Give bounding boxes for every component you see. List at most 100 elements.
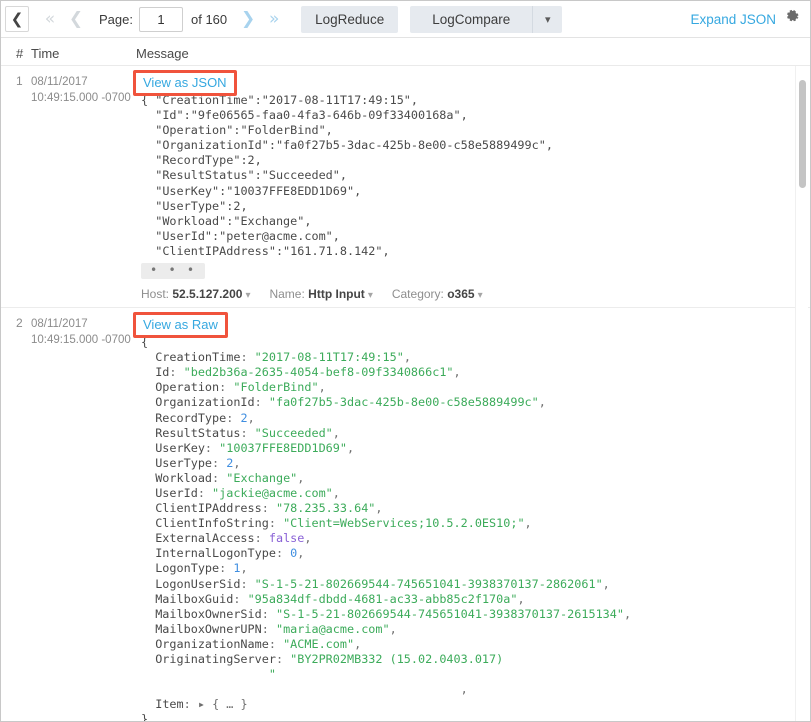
first-page-button[interactable]: « <box>37 6 63 32</box>
json-field-value-continuation: " <box>141 667 276 681</box>
expand-json-button[interactable]: Expand JSON <box>690 12 776 27</box>
table-row[interactable]: 2 08/11/2017 10:49:15.000 -0700 View as … <box>1 308 810 721</box>
metadata-name-label: Name: <box>269 287 304 301</box>
json-line: "OrganizationId":"fa0f27b5-3dac-425b-8e0… <box>155 138 553 152</box>
json-field-value: "bed2b36a-2635-4054-bef8-09f3340866c1" <box>184 365 454 379</box>
message-list: 1 08/11/2017 10:49:15.000 -0700 View as … <box>1 66 810 721</box>
row-metadata: Host: 52.5.127.200▾ Name: Http Input▾ Ca… <box>141 287 786 301</box>
json-field-value: false <box>269 531 305 545</box>
json-line: "UserId":"peter@acme.com", <box>155 229 340 243</box>
json-line: "UserKey":"10037FFE8EDD1D69", <box>155 184 361 198</box>
logcompare-button[interactable]: LogCompare <box>410 6 532 33</box>
expand-ellipsis-button[interactable]: • • • <box>141 263 205 279</box>
json-line: "Workload":"Exchange", <box>155 214 311 228</box>
json-field-key: MailboxOwnerUPN <box>141 622 262 636</box>
page-total-label: of 160 <box>191 12 227 27</box>
view-as-raw-link[interactable]: View as Raw <box>141 316 220 333</box>
expand-triangle-icon[interactable]: ▸ <box>198 697 205 711</box>
json-field-key: ClientIPAddress <box>141 501 262 515</box>
column-header-row: # Time Message <box>1 38 810 66</box>
json-field-value: "78.235.33.64" <box>276 501 375 515</box>
json-field-key: ExternalAccess <box>141 531 255 545</box>
row-date: 08/11/2017 <box>31 74 141 90</box>
row-timestamp: 08/11/2017 10:49:15.000 -0700 <box>31 316 141 721</box>
json-field-key: ResultStatus <box>141 426 240 440</box>
scrollbar-thumb[interactable] <box>799 80 806 188</box>
json-line: "Id":"9fe06565-faa0-4fa3-646b-09f3340016… <box>155 108 468 122</box>
row-message-body: View as Raw { CreationTime: "2017-08-11T… <box>141 316 810 721</box>
column-header-number: # <box>1 46 31 61</box>
metadata-host-value: 52.5.127.200 <box>172 287 242 301</box>
json-field-key: ClientInfoString <box>141 516 269 530</box>
column-header-message: Message <box>134 46 810 61</box>
json-line: "RecordType":2, <box>155 153 262 167</box>
pretty-json-block-row2: { CreationTime: "2017-08-11T17:49:15", I… <box>141 335 786 721</box>
chevron-down-icon: ▾ <box>245 290 250 301</box>
chevron-down-icon: ▾ <box>368 290 373 301</box>
json-field-key: Id <box>141 365 169 379</box>
gear-icon[interactable] <box>785 9 800 29</box>
json-field-value: "fa0f27b5-3dac-425b-8e00-c58e5889499c" <box>269 395 539 409</box>
json-field-value: 2 <box>240 411 247 425</box>
view-as-json-link[interactable]: View as JSON <box>141 74 229 91</box>
metadata-host[interactable]: Host: 52.5.127.200▾ <box>141 287 250 301</box>
json-field-value: "95a834df-dbdd-4681-ac33-abb85c2f170a" <box>248 592 518 606</box>
json-field-value: "ACME.com" <box>283 637 354 651</box>
json-field-key: UserId <box>141 486 198 500</box>
logreduce-button[interactable]: LogReduce <box>301 6 398 33</box>
json-field-value: "maria@acme.com" <box>276 622 390 636</box>
row-date: 08/11/2017 <box>31 316 141 332</box>
row-time-value: 10:49:15.000 -0700 <box>31 90 141 106</box>
json-field-key: MailboxOwnerSid <box>141 607 262 621</box>
json-field-key: OrganizationName <box>141 637 269 651</box>
row-timestamp: 08/11/2017 10:49:15.000 -0700 <box>31 74 141 301</box>
view-as-raw-annotation: View as Raw <box>141 316 220 334</box>
toolbar-right-group: Expand JSON <box>690 9 800 29</box>
log-messages-panel: ❮ « ❮ Page: of 160 ❯ » LogReduce LogComp… <box>0 0 811 722</box>
json-code-block-row1: { "CreationTime":"2017-08-11T17:49:15", … <box>141 93 786 259</box>
json-line: "UserType":2, <box>155 199 247 213</box>
json-field-key: MailboxGuid <box>141 592 233 606</box>
json-field-key: LogonUserSid <box>141 577 240 591</box>
json-field-key: UserType <box>141 456 212 470</box>
json-field-key: CreationTime <box>141 350 240 364</box>
toolbar: ❮ « ❮ Page: of 160 ❯ » LogReduce LogComp… <box>1 1 810 38</box>
json-field-key: RecordType <box>141 411 226 425</box>
next-page-button[interactable]: ❯ <box>235 6 261 32</box>
json-field-value: "10037FFE8EDD1D69" <box>219 441 347 455</box>
back-button[interactable]: ❮ <box>5 6 29 32</box>
metadata-category[interactable]: Category: o365▾ <box>392 287 483 301</box>
table-row[interactable]: 1 08/11/2017 10:49:15.000 -0700 View as … <box>1 66 810 308</box>
json-field-key: OrganizationId <box>141 395 255 409</box>
metadata-name-value: Http Input <box>308 287 365 301</box>
json-field-key: UserKey <box>141 441 205 455</box>
json-close-brace: } <box>141 712 148 721</box>
page-label: Page: <box>99 12 133 27</box>
json-field-key: OriginatingServer <box>141 652 276 666</box>
json-open-brace: { <box>141 335 148 349</box>
chevron-down-icon[interactable]: ▾ <box>532 6 562 33</box>
row-message-body: View as JSON { "CreationTime":"2017-08-1… <box>141 74 810 301</box>
collapsed-field-preview[interactable]: { … } <box>212 697 248 711</box>
json-field-value: "Succeeded" <box>255 426 333 440</box>
row-time-value: 10:49:15.000 -0700 <box>31 332 141 348</box>
json-field-key: Workload <box>141 471 212 485</box>
pretty-json-fields: CreationTime: "2017-08-11T17:49:15", Id:… <box>141 350 631 711</box>
row-number: 2 <box>1 316 31 721</box>
scrollbar-track[interactable] <box>795 66 808 721</box>
metadata-host-label: Host: <box>141 287 169 301</box>
json-field-key: LogonType <box>141 561 219 575</box>
last-page-button[interactable]: » <box>261 6 287 32</box>
json-field-value: "2017-08-11T17:49:15" <box>255 350 404 364</box>
page-number-input[interactable] <box>139 7 183 32</box>
json-open-brace: { <box>141 93 148 107</box>
json-line: "ClientIPAddress":"161.71.8.142", <box>155 244 389 258</box>
metadata-category-label: Category: <box>392 287 444 301</box>
json-field-value: "Client=WebServices;10.5.2.0ES10;" <box>283 516 524 530</box>
column-header-time: Time <box>31 46 134 61</box>
metadata-name[interactable]: Name: Http Input▾ <box>269 287 372 301</box>
json-field-key: InternalLogonType <box>141 546 276 560</box>
json-line: "ResultStatus":"Succeeded", <box>155 168 347 182</box>
view-as-json-annotation: View as JSON <box>141 74 229 92</box>
previous-page-button[interactable]: ❮ <box>63 6 89 32</box>
